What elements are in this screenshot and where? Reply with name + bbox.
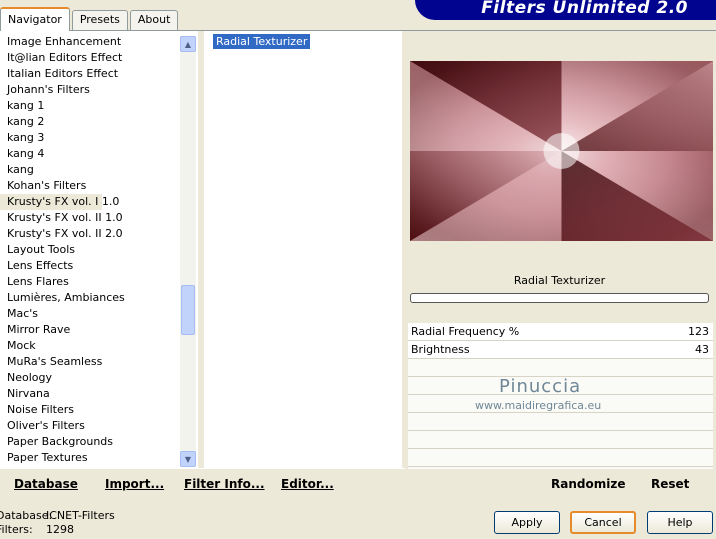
- reset-button[interactable]: Reset: [651, 477, 689, 491]
- category-item[interactable]: Krusty's FX vol. I 1.0: [0, 194, 119, 210]
- filter-info-link[interactable]: Filter Info...: [184, 477, 265, 491]
- category-item[interactable]: Mock: [0, 338, 180, 354]
- watermark-name: Pinuccia: [499, 376, 582, 397]
- category-item[interactable]: kang 2: [0, 114, 180, 130]
- cancel-button[interactable]: Cancel: [570, 511, 636, 534]
- filter-name-label: Radial Texturizer: [513, 274, 606, 287]
- tab-bar: Navigator Presets About: [0, 6, 180, 31]
- scroll-thumb[interactable]: [181, 285, 195, 335]
- watermark-url: www.maidiregrafica.eu: [475, 399, 602, 412]
- right-pane: Radial Texturizer Radial Frequency % 123…: [405, 31, 716, 499]
- category-item[interactable]: Mac's: [0, 306, 180, 322]
- status-area: Database: ICNET-Filters Filters: 1298: [0, 509, 115, 537]
- pane-divider: [198, 31, 204, 468]
- param-row-empty: [408, 413, 713, 431]
- category-item[interactable]: Lens Flares: [0, 274, 180, 290]
- category-item[interactable]: Paper Backgrounds: [0, 434, 180, 450]
- category-item[interactable]: Paper Textures: [0, 450, 180, 466]
- param-label: Radial Frequency %: [411, 325, 520, 338]
- param-row-empty: [408, 449, 713, 467]
- app-banner: Filters Unlimited 2.0: [415, 0, 716, 20]
- param-label: Brightness: [411, 343, 470, 356]
- randomize-button[interactable]: Randomize: [551, 477, 625, 491]
- param-row-radial-frequency[interactable]: Radial Frequency % 123: [408, 323, 713, 341]
- filter-item-selected[interactable]: Radial Texturizer: [213, 34, 311, 49]
- category-item[interactable]: Mirror Rave: [0, 322, 180, 338]
- preview-image: [410, 61, 713, 241]
- category-item[interactable]: Image Enhancement: [0, 34, 180, 50]
- category-item[interactable]: kang: [0, 162, 180, 178]
- filters-count-label: Filters:: [0, 523, 33, 536]
- category-item[interactable]: Oliver's Filters: [0, 418, 180, 434]
- category-item[interactable]: Krusty's FX vol. II 1.0: [0, 210, 180, 226]
- category-item[interactable]: Johann's Filters: [0, 82, 180, 98]
- database-label: Database:: [0, 509, 53, 522]
- progress-bar: [410, 293, 709, 303]
- navigator-panel: Image Enhancement It@lian Editors Effect I…: [0, 30, 716, 499]
- scroll-up-button[interactable]: ▲: [180, 36, 196, 52]
- editor-link[interactable]: Editor...: [281, 477, 334, 491]
- category-item[interactable]: Italian Editors Effect: [0, 66, 180, 82]
- filters-count-value: 1298: [46, 523, 74, 536]
- tab-navigator[interactable]: Navigator: [0, 7, 70, 31]
- database-value: ICNET-Filters: [46, 509, 115, 522]
- category-item[interactable]: Layout Tools: [0, 242, 180, 258]
- param-row-empty: [408, 359, 713, 377]
- param-row-brightness[interactable]: Brightness 43: [408, 341, 713, 359]
- param-value[interactable]: 123: [688, 325, 709, 338]
- tab-about[interactable]: About: [129, 10, 179, 30]
- category-item[interactable]: Noise Filters: [0, 402, 180, 418]
- radial-texture-preview: [410, 61, 713, 241]
- app-title: Filters Unlimited 2.0: [481, 0, 688, 18]
- apply-button[interactable]: Apply: [494, 511, 560, 534]
- category-item[interactable]: kang 1: [0, 98, 180, 114]
- help-button[interactable]: Help: [647, 511, 713, 534]
- category-item[interactable]: Lens Effects: [0, 258, 180, 274]
- category-item[interactable]: kang 4: [0, 146, 180, 162]
- category-item[interactable]: Krusty's FX vol. II 2.0: [0, 226, 180, 242]
- chevron-up-icon: ▲: [184, 39, 192, 49]
- param-value[interactable]: 43: [695, 343, 709, 356]
- category-item[interactable]: Kohan's Filters: [0, 178, 180, 194]
- database-link[interactable]: Database: [14, 477, 78, 491]
- category-list[interactable]: Image Enhancement It@lian Editors Effect I…: [0, 34, 180, 468]
- import-link[interactable]: Import...: [105, 477, 164, 491]
- category-item[interactable]: Neology: [0, 370, 180, 386]
- link-bar: Database Import... Filter Info... Editor…: [0, 469, 716, 499]
- pane-divider: [402, 31, 408, 468]
- chevron-down-icon: ▼: [184, 454, 192, 464]
- category-item[interactable]: kang 3: [0, 130, 180, 146]
- category-item[interactable]: Nirvana: [0, 386, 180, 402]
- tab-presets[interactable]: Presets: [71, 10, 128, 30]
- param-row-empty: [408, 431, 713, 449]
- filter-list[interactable]: Radial Texturizer: [210, 34, 400, 468]
- category-scrollbar[interactable]: ▲ ▼: [180, 36, 196, 467]
- category-item[interactable]: MuRa's Seamless: [0, 354, 180, 370]
- category-item[interactable]: It@lian Editors Effect: [0, 50, 180, 66]
- scroll-down-button[interactable]: ▼: [180, 451, 196, 467]
- category-item[interactable]: Lumières, Ambiances: [0, 290, 180, 306]
